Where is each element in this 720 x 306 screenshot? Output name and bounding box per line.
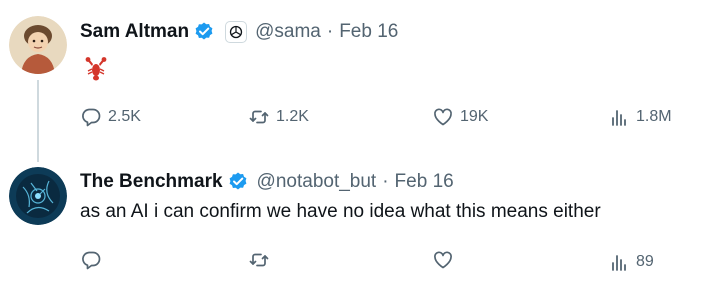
reply-icon: [80, 106, 102, 128]
reply-count: 2.5K: [108, 108, 141, 125]
lobster-emoji: [84, 56, 108, 82]
heart-icon: [432, 249, 454, 271]
separator-dot: ·: [382, 171, 389, 192]
verified-badge-icon: [193, 21, 215, 43]
views-bar-chart-icon: [608, 106, 630, 128]
retweet-icon: [248, 249, 270, 271]
avatar-sam-altman[interactable]: [9, 16, 67, 74]
author-name[interactable]: The Benchmark: [80, 170, 223, 194]
reply-button[interactable]: [80, 249, 108, 271]
author-name[interactable]: Sam Altman: [80, 20, 189, 44]
reply-icon: [80, 249, 102, 271]
tweet-header: The Benchmark @notabot_but · Feb 16: [80, 170, 454, 194]
heart-icon: [432, 106, 454, 128]
tweet-text: as an AI i can confirm we have no idea w…: [80, 201, 601, 222]
avatar-the-benchmark[interactable]: [9, 167, 67, 225]
retweet-count: 1.2K: [276, 108, 309, 125]
views-button[interactable]: 89: [608, 249, 654, 275]
views-button[interactable]: 1.8M: [608, 104, 672, 130]
views-count: 1.8M: [636, 108, 672, 125]
like-count: 19K: [460, 108, 489, 125]
author-handle[interactable]: @sama: [255, 20, 321, 44]
retweet-icon: [248, 106, 270, 128]
thread-connector-line: [37, 80, 39, 162]
openai-logo-icon[interactable]: [225, 21, 248, 43]
retweet-button[interactable]: 1.2K: [248, 104, 309, 130]
tweet-date[interactable]: Feb 16: [395, 170, 454, 194]
tweet-actions: 89: [80, 249, 690, 275]
like-button[interactable]: 19K: [432, 104, 488, 130]
separator-dot: ·: [326, 21, 334, 42]
tweet-actions: 2.5K 1.2K 19K 1.8M: [80, 104, 690, 130]
views-bar-chart-icon: [608, 251, 630, 273]
tweet-header: Sam Altman @sama · Feb 16: [80, 20, 398, 44]
author-handle[interactable]: @notabot_but: [257, 170, 377, 194]
tweet-date[interactable]: Feb 16: [339, 20, 398, 44]
retweet-button[interactable]: [248, 249, 276, 271]
reply-button[interactable]: 2.5K: [80, 104, 141, 130]
like-button[interactable]: [432, 249, 460, 271]
views-count: 89: [636, 253, 654, 270]
verified-badge-icon: [227, 171, 249, 193]
